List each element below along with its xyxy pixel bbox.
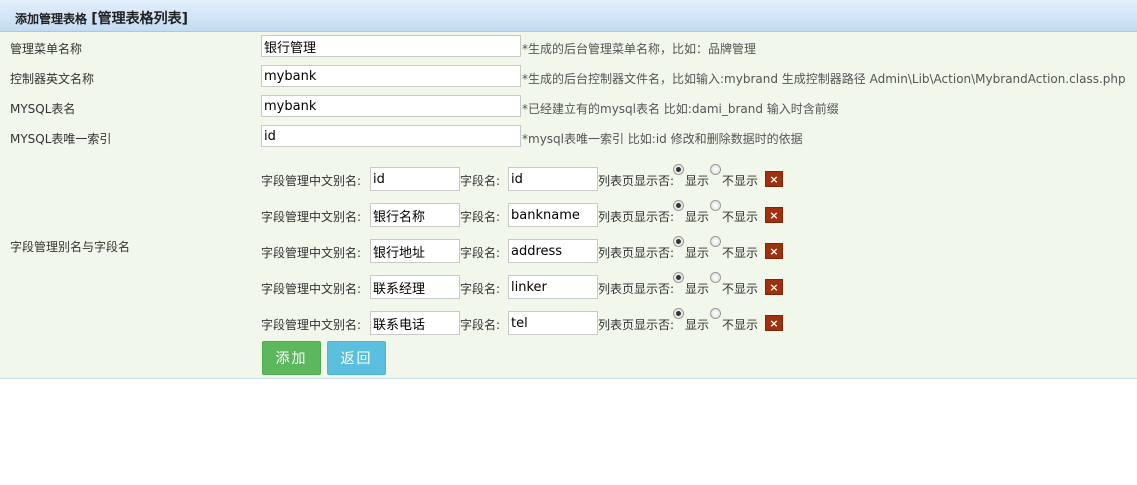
delete-field-icon[interactable]: × (765, 315, 783, 331)
primary-key-input[interactable] (261, 125, 521, 147)
primary-key-label: MYSQL表唯一索引 (10, 132, 112, 146)
controller-name-input[interactable] (261, 65, 521, 87)
field-row: 字段管理中文别名: 字段名: 列表页显示否: 显示不显示 × (261, 272, 821, 299)
delete-field-icon[interactable]: × (765, 279, 783, 295)
show-no-label: 不显示 (722, 210, 759, 224)
table-name-label: MYSQL表名 (10, 102, 76, 116)
show-yes-label: 显示 (685, 174, 710, 188)
field-row: 字段管理中文别名: 字段名: 列表页显示否: 显示不显示 × (261, 164, 821, 191)
show-no-radio[interactable] (710, 200, 721, 211)
show-no-radio[interactable] (710, 308, 721, 319)
show-no-label: 不显示 (722, 318, 759, 332)
alias-input[interactable] (370, 311, 460, 335)
menu-name-hint: *生成的后台管理菜单名称，比如：品牌管理 (522, 42, 757, 56)
show-yes-label: 显示 (685, 246, 710, 260)
field-name-label: 字段名: (460, 282, 501, 296)
show-label: 列表页显示否: (598, 210, 675, 224)
menu-name-label: 管理菜单名称 (10, 42, 83, 56)
show-label: 列表页显示否: (598, 246, 675, 260)
show-no-label: 不显示 (722, 282, 759, 296)
controller-name-label: 控制器英文名称 (10, 72, 95, 86)
menu-name-input[interactable] (261, 35, 521, 57)
show-no-radio[interactable] (710, 164, 721, 175)
show-label: 列表页显示否: (598, 318, 675, 332)
field-name-label: 字段名: (460, 174, 501, 188)
page-title-text: 添加管理表格 (15, 12, 88, 26)
show-yes-label: 显示 (685, 282, 710, 296)
page-title: 添加管理表格 [管理表格列表] (15, 8, 188, 28)
field-name-label: 字段名: (460, 318, 501, 332)
show-yes-radio[interactable] (673, 200, 684, 211)
field-name-input[interactable] (508, 167, 598, 191)
alias-input[interactable] (370, 167, 460, 191)
show-label: 列表页显示否: (598, 282, 675, 296)
alias-label: 字段管理中文别名: (261, 318, 362, 332)
show-yes-radio[interactable] (673, 272, 684, 283)
delete-field-icon[interactable]: × (765, 243, 783, 259)
show-yes-radio[interactable] (673, 164, 684, 175)
alias-input[interactable] (370, 239, 460, 263)
show-yes-label: 显示 (685, 210, 710, 224)
add-table-form: 管理菜单名称 *生成的后台管理菜单名称，比如：品牌管理 控制器英文名称 *生成的… (0, 32, 1137, 379)
field-row: 字段管理中文别名: 字段名: 列表页显示否: 显示不显示 × (261, 236, 821, 263)
alias-label: 字段管理中文别名: (261, 174, 362, 188)
delete-field-icon[interactable]: × (765, 171, 783, 187)
field-name-input[interactable] (508, 275, 598, 299)
field-name-label: 字段名: (460, 246, 501, 260)
alias-input[interactable] (370, 275, 460, 299)
field-row: 字段管理中文别名: 字段名: 列表页显示否: 显示不显示 × (261, 308, 821, 335)
fields-label: 字段管理别名与字段名 (10, 240, 131, 254)
show-no-label: 不显示 (722, 174, 759, 188)
field-name-input[interactable] (508, 311, 598, 335)
field-name-label: 字段名: (460, 210, 501, 224)
alias-label: 字段管理中文别名: (261, 282, 362, 296)
show-yes-radio[interactable] (673, 308, 684, 319)
show-no-radio[interactable] (710, 236, 721, 247)
add-button[interactable]: 添加 (262, 341, 321, 375)
list-link[interactable]: [管理表格列表] (91, 11, 188, 27)
title-bar: 添加管理表格 [管理表格列表] (0, 0, 1137, 32)
controller-name-hint: *生成的后台控制器文件名，比如输入:mybrand 生成控制器路径 Admin\… (522, 72, 1126, 86)
field-row: 字段管理中文别名: 字段名: 列表页显示否: 显示不显示 × (261, 200, 821, 227)
delete-field-icon[interactable]: × (765, 207, 783, 223)
field-name-input[interactable] (508, 203, 598, 227)
show-yes-label: 显示 (685, 318, 710, 332)
show-yes-radio[interactable] (673, 236, 684, 247)
table-name-hint: *已经建立有的mysql表名 比如:dami_brand 输入时含前缀 (522, 102, 839, 116)
primary-key-hint: *mysql表唯一索引 比如:id 修改和删除数据时的依据 (522, 132, 803, 146)
show-label: 列表页显示否: (598, 174, 675, 188)
field-name-input[interactable] (508, 239, 598, 263)
show-no-label: 不显示 (722, 246, 759, 260)
alias-label: 字段管理中文别名: (261, 210, 362, 224)
alias-input[interactable] (370, 203, 460, 227)
alias-label: 字段管理中文别名: (261, 246, 362, 260)
show-no-radio[interactable] (710, 272, 721, 283)
table-name-input[interactable] (261, 95, 521, 117)
back-button[interactable]: 返回 (327, 341, 386, 375)
